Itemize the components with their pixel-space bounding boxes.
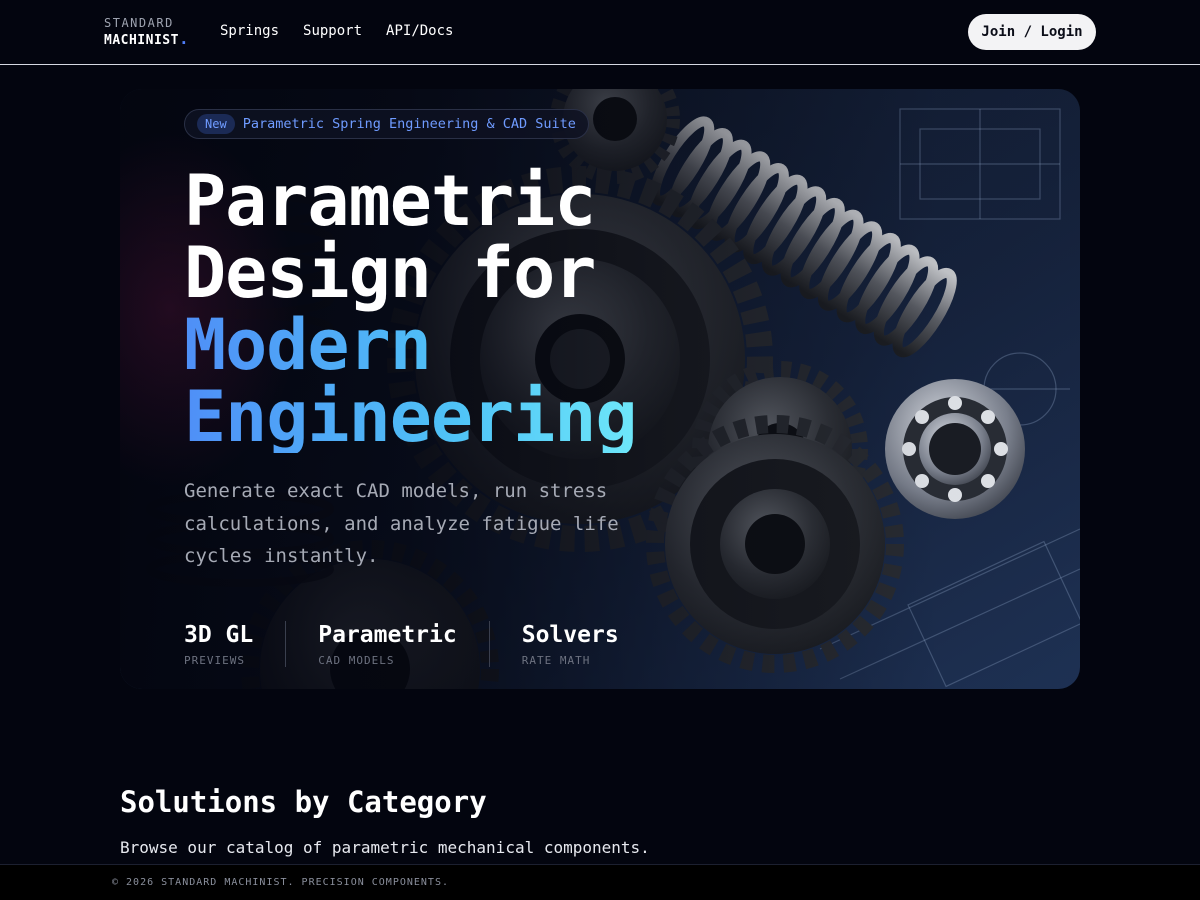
nav-link-api-docs[interactable]: API/Docs [386, 23, 453, 39]
join-login-button[interactable]: Join / Login [968, 14, 1096, 50]
stat-solvers: Solvers RATE MATH [488, 621, 651, 667]
headline-line-2: Design for [184, 232, 596, 314]
stat-label: CAD MODELS [318, 654, 395, 667]
hero-section: New Parametric Spring Engineering & CAD … [120, 89, 1080, 689]
solutions-title: Solutions by Category [120, 785, 487, 819]
logo[interactable]: STANDARD MACHINIST. [104, 16, 189, 48]
footer-copyright: © 2026 STANDARD MACHINIST. PRECISION COM… [112, 877, 449, 888]
nav-links: Springs Support API/Docs [220, 23, 453, 39]
stat-previews: 3D GL PREVIEWS [184, 621, 285, 667]
hero-headline: Parametric Design for Modern Engineering [184, 160, 638, 458]
top-nav: STANDARD MACHINIST. Springs Support API/… [0, 0, 1200, 65]
headline-line-1: Parametric [184, 160, 596, 242]
nav-link-springs[interactable]: Springs [220, 23, 279, 39]
logo-bottom-text: MACHINIST [104, 33, 179, 48]
new-badge: New [197, 114, 235, 134]
hero-stats: 3D GL PREVIEWS Parametric CAD MODELS Sol… [184, 621, 651, 667]
logo-top-text: STANDARD [104, 16, 174, 30]
stat-cad-models: Parametric CAD MODELS [285, 621, 488, 667]
stat-value: Solvers [521, 622, 619, 648]
announcement-text: Parametric Spring Engineering & CAD Suit… [242, 116, 576, 132]
headline-line-3: Modern [184, 309, 637, 381]
stat-value: 3D GL [184, 622, 254, 648]
solutions-subtitle: Browse our catalog of parametric mechani… [120, 838, 650, 857]
hero-description: Generate exact CAD models, run stress ca… [184, 480, 619, 567]
nav-link-support[interactable]: Support [303, 23, 362, 39]
headline-line-4: Engineering [184, 376, 638, 458]
stat-label: RATE MATH [521, 654, 591, 667]
logo-dot: . [178, 29, 189, 48]
footer: © 2026 STANDARD MACHINIST. PRECISION COM… [0, 864, 1200, 900]
announcement-pill[interactable]: New Parametric Spring Engineering & CAD … [184, 109, 589, 139]
stat-label: PREVIEWS [184, 654, 245, 667]
stat-value: Parametric [318, 622, 457, 648]
